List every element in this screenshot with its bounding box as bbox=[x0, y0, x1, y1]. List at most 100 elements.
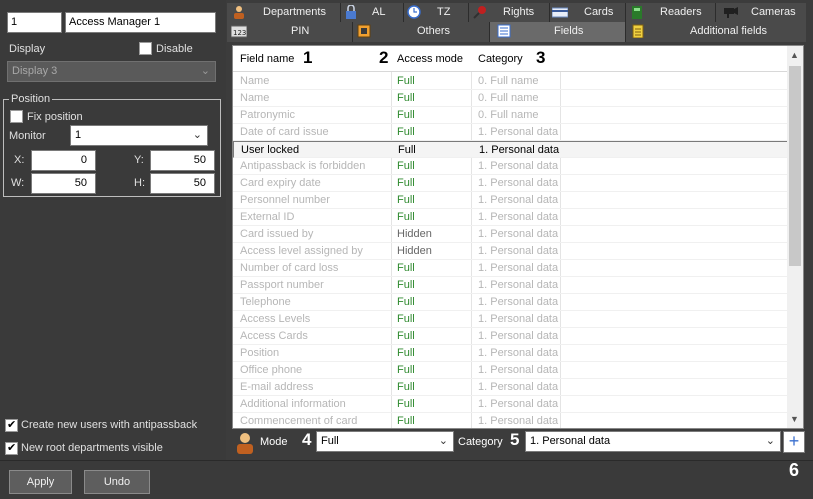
table-row[interactable]: Patronymic Full 0. Full name bbox=[233, 107, 789, 124]
tab-label: Departments bbox=[263, 6, 326, 18]
tab-additional-fields[interactable]: Additional fields bbox=[626, 22, 806, 42]
tab-label: AL bbox=[372, 6, 386, 18]
x-field[interactable]: 0 bbox=[31, 150, 96, 171]
table-row[interactable]: Access Levels Full 1. Personal data bbox=[233, 311, 789, 328]
add-button[interactable]: + bbox=[783, 431, 805, 453]
category-select[interactable]: 1. Personal data ⌄ bbox=[525, 431, 781, 452]
tab-label: Cameras bbox=[751, 6, 796, 18]
access-mode-cell: Full bbox=[397, 109, 415, 121]
chevron-down-icon: ⌄ bbox=[765, 435, 775, 447]
table-row[interactable]: Commencement of card Full 1. Personal data bbox=[233, 413, 789, 428]
header-category[interactable]: Category bbox=[478, 53, 523, 65]
tab-bar-primary: Departments AL TZ Rights Cards Readers C… bbox=[227, 3, 806, 22]
table-header: Field name 1 2 Access mode Category 3 bbox=[233, 46, 789, 72]
access-mode-cell: Full bbox=[397, 211, 415, 223]
monitor-select[interactable]: 1 ⌄ bbox=[70, 125, 208, 146]
table-row[interactable]: Telephone Full 1. Personal data bbox=[233, 294, 789, 311]
w-field[interactable]: 50 bbox=[31, 173, 96, 194]
category-cell: 1. Personal data bbox=[478, 126, 559, 138]
disable-label: Disable bbox=[156, 43, 193, 55]
w-label: W: bbox=[11, 177, 25, 189]
tab-label: Others bbox=[417, 25, 451, 37]
table-row[interactable]: Access Cards Full 1. Personal data bbox=[233, 328, 789, 345]
table-row[interactable]: User locked Full 1. Personal data bbox=[233, 141, 789, 158]
tab-cameras[interactable]: Cameras bbox=[716, 3, 806, 22]
table-row[interactable]: External ID Full 1. Personal data bbox=[233, 209, 789, 226]
create-users-label: Create new users with antipassback bbox=[21, 419, 198, 431]
lock-icon bbox=[344, 4, 358, 19]
table-row[interactable]: Passport number Full 1. Personal data bbox=[233, 277, 789, 294]
tab-cards[interactable]: Cards bbox=[550, 3, 626, 22]
category-cell: 1. Personal data bbox=[478, 364, 559, 376]
marker-1: 1 bbox=[303, 48, 313, 67]
position-title: Position bbox=[9, 93, 53, 105]
disable-checkbox[interactable] bbox=[139, 42, 152, 55]
scroll-down-icon[interactable]: ▼ bbox=[790, 414, 799, 424]
monitor-label: Monitor bbox=[9, 130, 46, 142]
tab-tz[interactable]: TZ bbox=[404, 3, 469, 22]
fix-position-checkbox[interactable] bbox=[10, 110, 23, 123]
mode-select[interactable]: Full ⌄ bbox=[316, 431, 454, 452]
table-row[interactable]: Personnel number Full 1. Personal data bbox=[233, 192, 789, 209]
table-row[interactable]: Card issued by Hidden 1. Personal data bbox=[233, 226, 789, 243]
tab-fields[interactable]: Fields bbox=[490, 22, 626, 42]
apply-button[interactable]: Apply bbox=[9, 470, 72, 494]
table-row[interactable]: Additional information Full 1. Personal da… bbox=[233, 396, 789, 413]
tab-others[interactable]: Others bbox=[353, 22, 490, 42]
category-label: Category bbox=[458, 436, 503, 448]
access-mode-cell: Full bbox=[397, 347, 415, 359]
create-users-checkbox[interactable] bbox=[5, 418, 18, 432]
chevron-down-icon: ⌄ bbox=[192, 129, 202, 141]
table-row[interactable]: Card expiry date Full 1. Personal data bbox=[233, 175, 789, 192]
id-field[interactable]: 1 bbox=[7, 12, 62, 33]
tab-readers[interactable]: Readers bbox=[626, 3, 716, 22]
field-name-cell: Name bbox=[240, 92, 270, 104]
access-mode-cell: Full bbox=[397, 92, 415, 104]
table-row[interactable]: Position Full 1. Personal data bbox=[233, 345, 789, 362]
table-row[interactable]: Antipassback is forbidden Full 1. Personal… bbox=[233, 158, 789, 175]
category-cell: 1. Personal data bbox=[478, 160, 559, 172]
category-cell: 1. Personal data bbox=[478, 330, 559, 342]
tab-departments[interactable]: Departments bbox=[227, 3, 341, 22]
tab-bar-secondary: 123 PIN Others Fields Additional fields bbox=[227, 22, 806, 42]
table-row[interactable]: Office phone Full 1. Personal data bbox=[233, 362, 789, 379]
undo-button[interactable]: Undo bbox=[84, 470, 150, 494]
app-window: 1 Access Manager 1 Display Disable Displ… bbox=[0, 0, 813, 499]
access-mode-cell: Full bbox=[397, 160, 415, 172]
tab-al[interactable]: AL bbox=[341, 3, 404, 22]
root-depts-checkbox[interactable] bbox=[5, 441, 18, 455]
h-label: H: bbox=[134, 177, 145, 189]
table-row[interactable]: E-mail address Full 1. Personal data bbox=[233, 379, 789, 396]
field-name-cell: Access Levels bbox=[240, 313, 311, 325]
table-row[interactable]: Access level assigned by Hidden 1. Persona… bbox=[233, 243, 789, 260]
field-name-cell: Card issued by bbox=[240, 228, 314, 240]
field-name-cell: Number of card loss bbox=[240, 262, 339, 274]
root-depts-label: New root departments visible bbox=[21, 442, 163, 454]
marker-4: 4 bbox=[302, 430, 312, 449]
category-cell: 1. Personal data bbox=[478, 262, 559, 274]
table-row[interactable]: Name Full 0. Full name bbox=[233, 73, 789, 90]
category-cell: 1. Personal data bbox=[478, 245, 559, 257]
reader-icon bbox=[630, 5, 644, 19]
person-icon bbox=[235, 432, 255, 457]
tab-pin[interactable]: 123 PIN bbox=[227, 22, 353, 42]
header-access-mode[interactable]: Access mode bbox=[397, 53, 463, 65]
field-name-cell: Office phone bbox=[240, 364, 303, 376]
scroll-thumb[interactable] bbox=[789, 66, 801, 266]
name-field[interactable]: Access Manager 1 bbox=[65, 12, 216, 33]
h-field[interactable]: 50 bbox=[150, 173, 215, 194]
y-field[interactable]: 50 bbox=[150, 150, 215, 171]
table-row[interactable]: Number of card loss Full 1. Personal data bbox=[233, 260, 789, 277]
display-select[interactable]: Display 3 ⌄ bbox=[7, 61, 216, 82]
category-cell: 1. Personal data bbox=[479, 144, 560, 156]
header-field-name[interactable]: Field name bbox=[240, 53, 294, 65]
mode-label: Mode bbox=[260, 436, 288, 448]
field-name-cell: Date of card issue bbox=[240, 126, 329, 138]
marker-3: 3 bbox=[536, 48, 546, 67]
access-mode-cell: Full bbox=[397, 75, 415, 87]
vertical-scrollbar[interactable]: ▲ ▼ bbox=[787, 46, 803, 428]
scroll-up-icon[interactable]: ▲ bbox=[790, 50, 799, 60]
tab-rights[interactable]: Rights bbox=[469, 3, 550, 22]
table-row[interactable]: Name Full 0. Full name bbox=[233, 90, 789, 107]
table-row[interactable]: Date of card issue Full 1. Personal data bbox=[233, 124, 789, 141]
